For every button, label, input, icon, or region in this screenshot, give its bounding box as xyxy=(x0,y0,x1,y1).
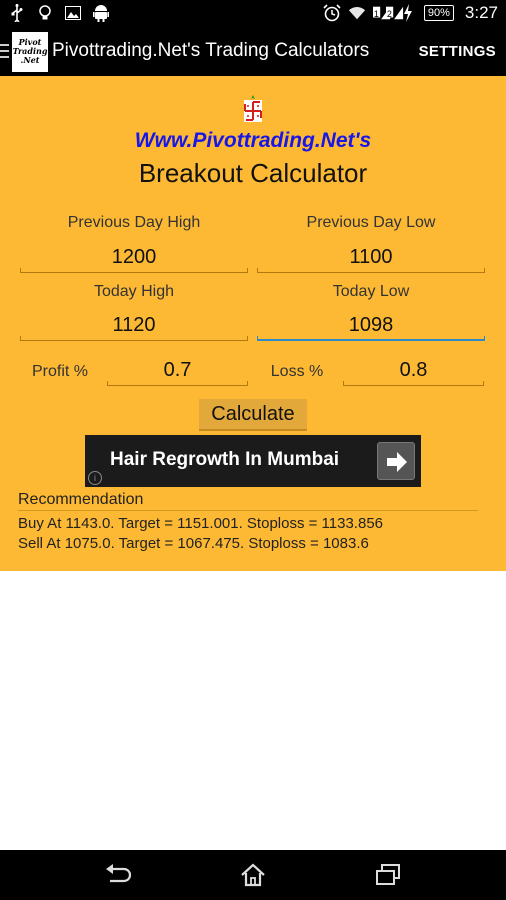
ad-banner[interactable]: Hair Regrowth In Mumbai i xyxy=(85,435,421,487)
app-logo[interactable]: Pivot Trading .Net xyxy=(12,32,48,72)
calculate-button[interactable]: Calculate xyxy=(199,399,307,431)
page-title: Breakout Calculator xyxy=(138,158,368,188)
sim2-label: 2 xyxy=(386,9,392,19)
android-icon xyxy=(92,4,110,22)
calculator-panel: Www.Pivottrading.Net's Breakout Calculat… xyxy=(0,76,506,571)
action-bar: Pivot Trading .Net Pivottrading.Net's Tr… xyxy=(0,28,506,76)
loss-percent-label: Loss % xyxy=(270,363,324,380)
swastik-logo-icon xyxy=(243,94,263,124)
today-high-input[interactable]: 1120 xyxy=(20,311,248,341)
clock: 3:27 xyxy=(464,3,498,22)
prev-day-high-input[interactable]: 1200 xyxy=(20,243,248,273)
logo-line: .Net xyxy=(20,55,40,65)
recent-apps-icon[interactable] xyxy=(374,863,402,887)
buy-recommendation: Buy At 1143.0. Target = 1151.001. Stoplo… xyxy=(18,515,384,532)
settings-button[interactable]: SETTINGS xyxy=(419,43,496,60)
site-title: Www.Pivottrading.Net's xyxy=(134,129,372,152)
today-low-label: Today Low xyxy=(332,283,410,300)
charging-icon xyxy=(399,4,417,22)
wifi-icon xyxy=(348,4,366,22)
lightbulb-icon xyxy=(36,4,54,22)
status-bar: 1 2 90% 3:27 xyxy=(0,0,506,28)
today-high-label: Today High xyxy=(93,283,175,300)
loss-percent-input[interactable]: 0.8 xyxy=(343,356,484,386)
profit-percent-input[interactable]: 0.7 xyxy=(107,356,248,386)
recommendation-header: Recommendation xyxy=(18,491,144,508)
battery-indicator: 90% xyxy=(423,5,454,21)
alarm-icon xyxy=(323,4,341,22)
home-icon[interactable] xyxy=(239,863,267,887)
prev-day-low-input[interactable]: 1100 xyxy=(257,243,485,273)
ad-text: Hair Regrowth In Mumbai xyxy=(110,449,340,470)
drawer-menu-icon[interactable] xyxy=(0,44,10,62)
back-icon[interactable] xyxy=(104,863,132,887)
ad-info-icon[interactable]: i xyxy=(88,471,102,485)
image-icon xyxy=(64,4,82,22)
app-title: Pivottrading.Net's Trading Calculators xyxy=(52,40,370,61)
profit-percent-label: Profit % xyxy=(31,363,88,380)
navigation-bar xyxy=(0,850,506,900)
usb-icon xyxy=(8,4,26,22)
prev-day-high-label: Previous Day High xyxy=(67,214,201,231)
arrow-right-icon[interactable] xyxy=(377,442,415,480)
divider xyxy=(18,510,478,511)
prev-day-low-label: Previous Day Low xyxy=(306,214,436,231)
sell-recommendation: Sell At 1075.0. Target = 1067.475. Stopl… xyxy=(18,535,369,552)
sim1-label: 1 xyxy=(373,9,379,19)
today-low-input[interactable]: 1098 xyxy=(257,311,485,341)
